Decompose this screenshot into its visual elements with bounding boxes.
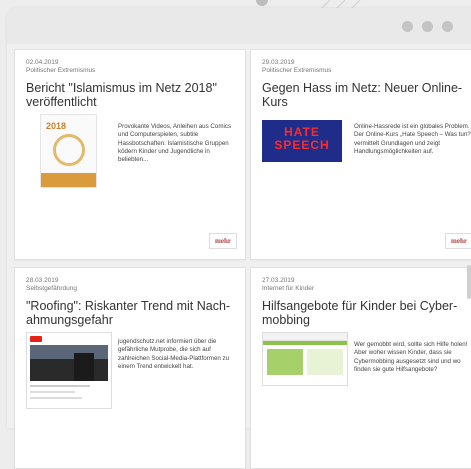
site-panel — [267, 349, 303, 375]
report-cover-band — [41, 173, 96, 187]
video-meta-lines — [30, 397, 82, 399]
card-date: 29.03.2019 — [262, 59, 295, 66]
card-category: Internet für Kinder — [262, 285, 315, 292]
card-title[interactable]: Gegen Hass im Netz: Neuer Online-Kurs — [262, 81, 471, 109]
video-screenshot-image[interactable] — [26, 332, 112, 409]
card-title[interactable]: Bericht "Islamismus im Netz 2018" veröff… — [26, 81, 236, 109]
hate-word: HATE — [284, 125, 320, 139]
video-sky — [30, 345, 108, 359]
site-header-bar — [263, 333, 347, 341]
card-category: Politischer Extremismus — [262, 67, 332, 74]
card-category: Politischer Extremismus — [26, 67, 96, 74]
report-cover-image[interactable]: 2018 — [40, 114, 97, 188]
more-button[interactable]: mehr — [445, 233, 471, 249]
news-card[interactable]: 27.03.2019 Internet für Kinder Hilfsange… — [250, 267, 471, 469]
video-meta-lines — [30, 391, 75, 393]
report-cover-ring-icon — [53, 134, 85, 166]
window-dot-icon[interactable] — [422, 21, 433, 32]
card-date: 02.04.2019 — [26, 59, 59, 66]
site-panel — [307, 349, 343, 375]
news-card[interactable]: 28.03.2019 Selbstgefährdung "Roofing": R… — [14, 267, 246, 469]
hate-speech-image[interactable]: HATE SPEECH — [262, 120, 342, 162]
card-category: Selbstgefährdung — [26, 285, 77, 292]
card-date: 27.03.2019 — [262, 277, 295, 284]
report-cover-year: 2018 — [46, 121, 67, 131]
card-title[interactable]: Hilfsangebote für Kinder bei Cyber-mobbi… — [262, 299, 471, 327]
news-card[interactable]: 02.04.2019 Politischer Extremismus Beric… — [14, 49, 246, 260]
speech-word: SPEECH — [274, 138, 330, 152]
window-dot-icon[interactable] — [402, 21, 413, 32]
more-button[interactable]: mehr — [209, 233, 237, 249]
card-date: 28.03.2019 — [26, 277, 59, 284]
card-description: Wer gemobbt wird, sollte sich Hilfe hole… — [354, 341, 468, 373]
card-description: Online-Hassrede ist ein globales Problem… — [354, 123, 471, 155]
video-meta-lines — [30, 385, 90, 387]
video-building — [74, 353, 94, 381]
browser-window: 02.04.2019 Politischer Extremismus Beric… — [7, 8, 471, 469]
youtube-logo-icon — [30, 336, 42, 342]
scrollbar-thumb[interactable] — [467, 265, 471, 299]
site-nav-bar — [263, 341, 347, 345]
card-title[interactable]: "Roofing": Riskanter Trend mit Nach-ahmu… — [26, 299, 236, 327]
hate-speech-text: HATE SPEECH — [262, 126, 342, 152]
window-titlebar — [7, 8, 471, 44]
news-grid: 02.04.2019 Politischer Extremismus Beric… — [7, 44, 471, 469]
website-screenshot-image[interactable] — [262, 332, 348, 386]
card-description: jugendschutz.net informiert über die gef… — [118, 338, 230, 370]
window-dot-icon[interactable] — [442, 21, 453, 32]
card-description: Provokante Videos, Anleihen aus Comics u… — [118, 123, 232, 164]
news-card[interactable]: 29.03.2019 Politischer Extremismus Gegen… — [250, 49, 471, 260]
video-frame — [30, 345, 108, 381]
